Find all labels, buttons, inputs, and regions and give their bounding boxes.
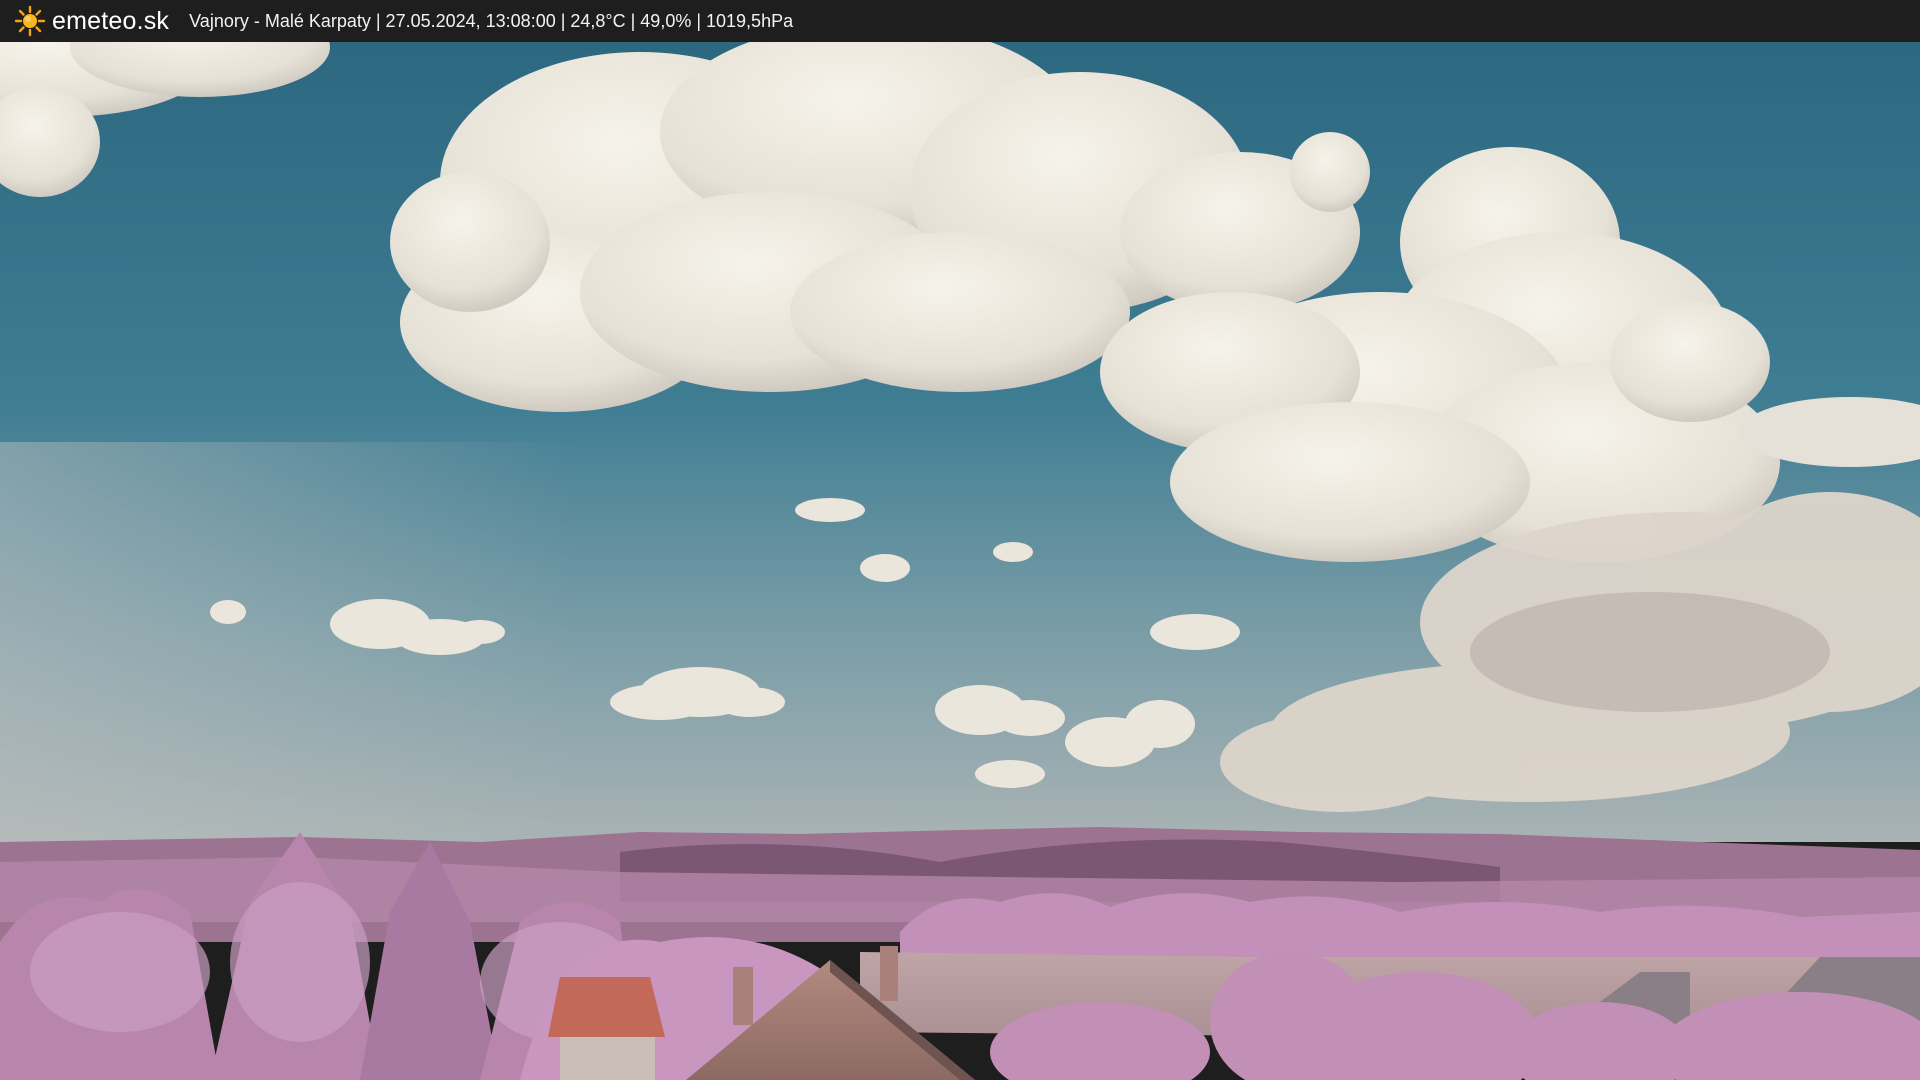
webcam-image	[0, 42, 1920, 1080]
sun-icon	[14, 5, 46, 37]
webcam-caption: Vajnory - Malé Karpaty | 27.05.2024, 13:…	[189, 10, 794, 31]
cloud	[795, 498, 865, 522]
brand[interactable]: emeteo.sk	[14, 5, 169, 37]
cloud	[210, 600, 246, 624]
cloud	[993, 542, 1033, 562]
top-bar: emeteo.sk Vajnory - Malé Karpaty | 27.05…	[0, 0, 1920, 42]
house	[548, 977, 665, 1080]
cloud	[1150, 614, 1240, 650]
cloud	[975, 760, 1045, 788]
site-name: emeteo.sk	[52, 6, 170, 35]
cloud	[860, 554, 910, 582]
